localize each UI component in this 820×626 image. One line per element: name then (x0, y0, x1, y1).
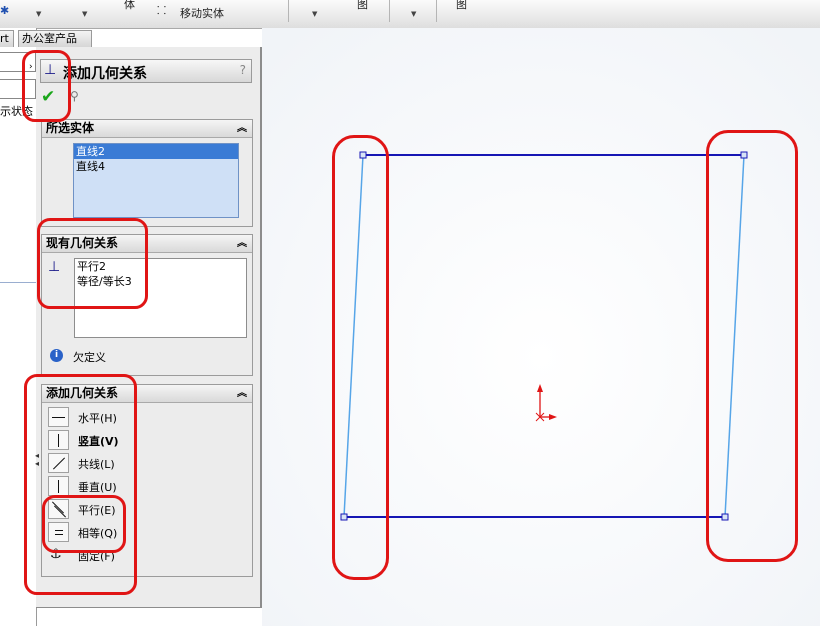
selected-entities-header[interactable]: 所选实体 ︽ (42, 120, 252, 138)
tab-row: rt 办公室产品 (0, 30, 92, 47)
dropdown-caret-icon[interactable]: ▼ (82, 10, 87, 18)
tree-divider (0, 282, 36, 283)
toolbar-item-label[interactable]: 图 (357, 0, 368, 12)
tab-office-products[interactable]: 办公室产品 (18, 30, 92, 47)
collapse-icon[interactable]: ︽ (237, 235, 247, 252)
info-icon: i (50, 349, 63, 362)
annotation-ring-parallel-equal (42, 495, 126, 553)
annotation-ring-add-relations (24, 374, 137, 595)
group-title: 所选实体 (46, 121, 95, 135)
toolbar-separator (288, 0, 289, 22)
collapse-icon[interactable]: ︽ (237, 385, 247, 402)
annotation-ring-existing-relations (37, 218, 148, 309)
list-item[interactable]: 直线4 (74, 159, 238, 174)
command-manager-toolbar: ✱ ▼ ▼ 体 ⸬ 移动实体 ▼ 图 ▼ 图 (0, 0, 820, 29)
collapse-icon[interactable]: ︽ (237, 120, 247, 137)
panel-title-bar: ⊥ 添加几何关系 ? (40, 59, 252, 83)
selected-entities-group: 所选实体 ︽ 直线2 直线4 (41, 119, 253, 227)
selected-entities-list[interactable]: 直线2 直线4 (73, 143, 239, 218)
move-entities-icon[interactable]: ⸬ (157, 3, 166, 18)
dropdown-caret-icon[interactable]: ▼ (36, 10, 41, 18)
annotation-ring-left-line (332, 135, 389, 580)
move-entities-button[interactable]: 移动实体 (180, 5, 224, 21)
dropdown-caret-icon[interactable]: ▼ (312, 10, 317, 18)
tab-partial[interactable]: rt (0, 30, 14, 47)
help-icon[interactable]: ? (240, 63, 246, 77)
list-item[interactable]: 直线2 (74, 144, 238, 159)
pin-icon[interactable]: ⚲ (70, 89, 79, 103)
toolbar-item-label[interactable]: 图 (456, 0, 467, 12)
sketch-tool-icon[interactable]: ✱ (0, 4, 9, 17)
annotation-ring-ok (22, 50, 71, 122)
dropdown-caret-icon[interactable]: ▼ (411, 10, 416, 18)
definition-status: 欠定义 (73, 351, 106, 364)
toolbar-separator (389, 0, 390, 22)
toolbar-item-label[interactable]: 体 (124, 0, 135, 12)
toolbar-separator (436, 0, 437, 22)
panel-title: 添加几何关系 (63, 66, 147, 82)
annotation-ring-right-line (706, 130, 798, 562)
